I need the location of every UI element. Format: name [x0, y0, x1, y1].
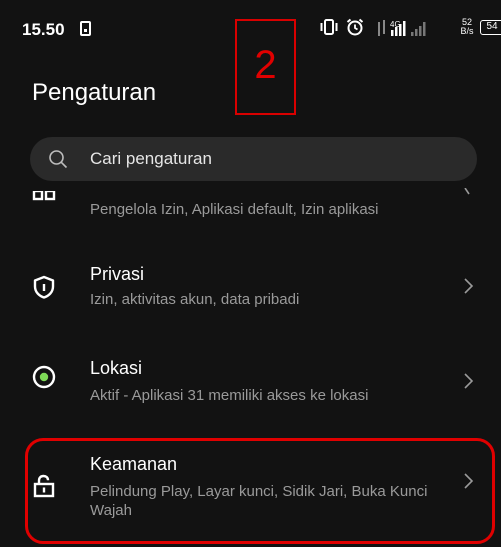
status-icons: 4G 52 B/s 54: [320, 16, 501, 40]
page-title: Pengaturan: [32, 79, 157, 106]
network-speed: 52 B/s: [458, 18, 476, 36]
shield-icon: [33, 275, 55, 299]
annotation-highlight-box: [25, 438, 495, 544]
settings-item-apps[interactable]: Pengelola Izin, Aplikasi default, Izin a…: [0, 188, 501, 238]
search-icon: [49, 150, 68, 169]
annotation-step-box: 2: [235, 19, 296, 115]
search-input[interactable]: Cari pengaturan: [30, 137, 477, 181]
settings-item-privasi[interactable]: Privasi Izin, aktivitas akun, data priba…: [0, 255, 501, 325]
status-time: 15.50: [22, 20, 65, 39]
vibrate-icon: [320, 19, 338, 35]
chevron-right-icon: [464, 188, 470, 195]
chevron-right-icon: [464, 278, 474, 294]
apps-grid-icon: [32, 191, 56, 201]
settings-item-subtitle: Aktif - Aplikasi 31 memiliki akses ke lo…: [90, 387, 369, 404]
battery-icon: 54: [480, 20, 501, 35]
chevron-right-icon: [464, 373, 474, 389]
battery-level: 54: [486, 21, 498, 32]
network-speed-unit: B/s: [460, 26, 474, 36]
settings-item-title: Lokasi: [90, 358, 143, 378]
sim-card-icon: [80, 21, 91, 36]
search-placeholder: Cari pengaturan: [90, 149, 212, 168]
alarm-icon: [346, 18, 364, 36]
location-icon: [32, 365, 56, 389]
settings-item-title: Privasi: [90, 264, 145, 284]
annotation-step-number: 2: [254, 43, 277, 87]
settings-item-lokasi[interactable]: Lokasi Aktif - Aplikasi 31 memiliki akse…: [0, 350, 501, 420]
settings-item-subtitle: Pengelola Izin, Aplikasi default, Izin a…: [90, 201, 379, 218]
signal-strength-icon: 4G: [378, 20, 426, 36]
settings-item-subtitle: Izin, aktivitas akun, data pribadi: [90, 291, 300, 308]
